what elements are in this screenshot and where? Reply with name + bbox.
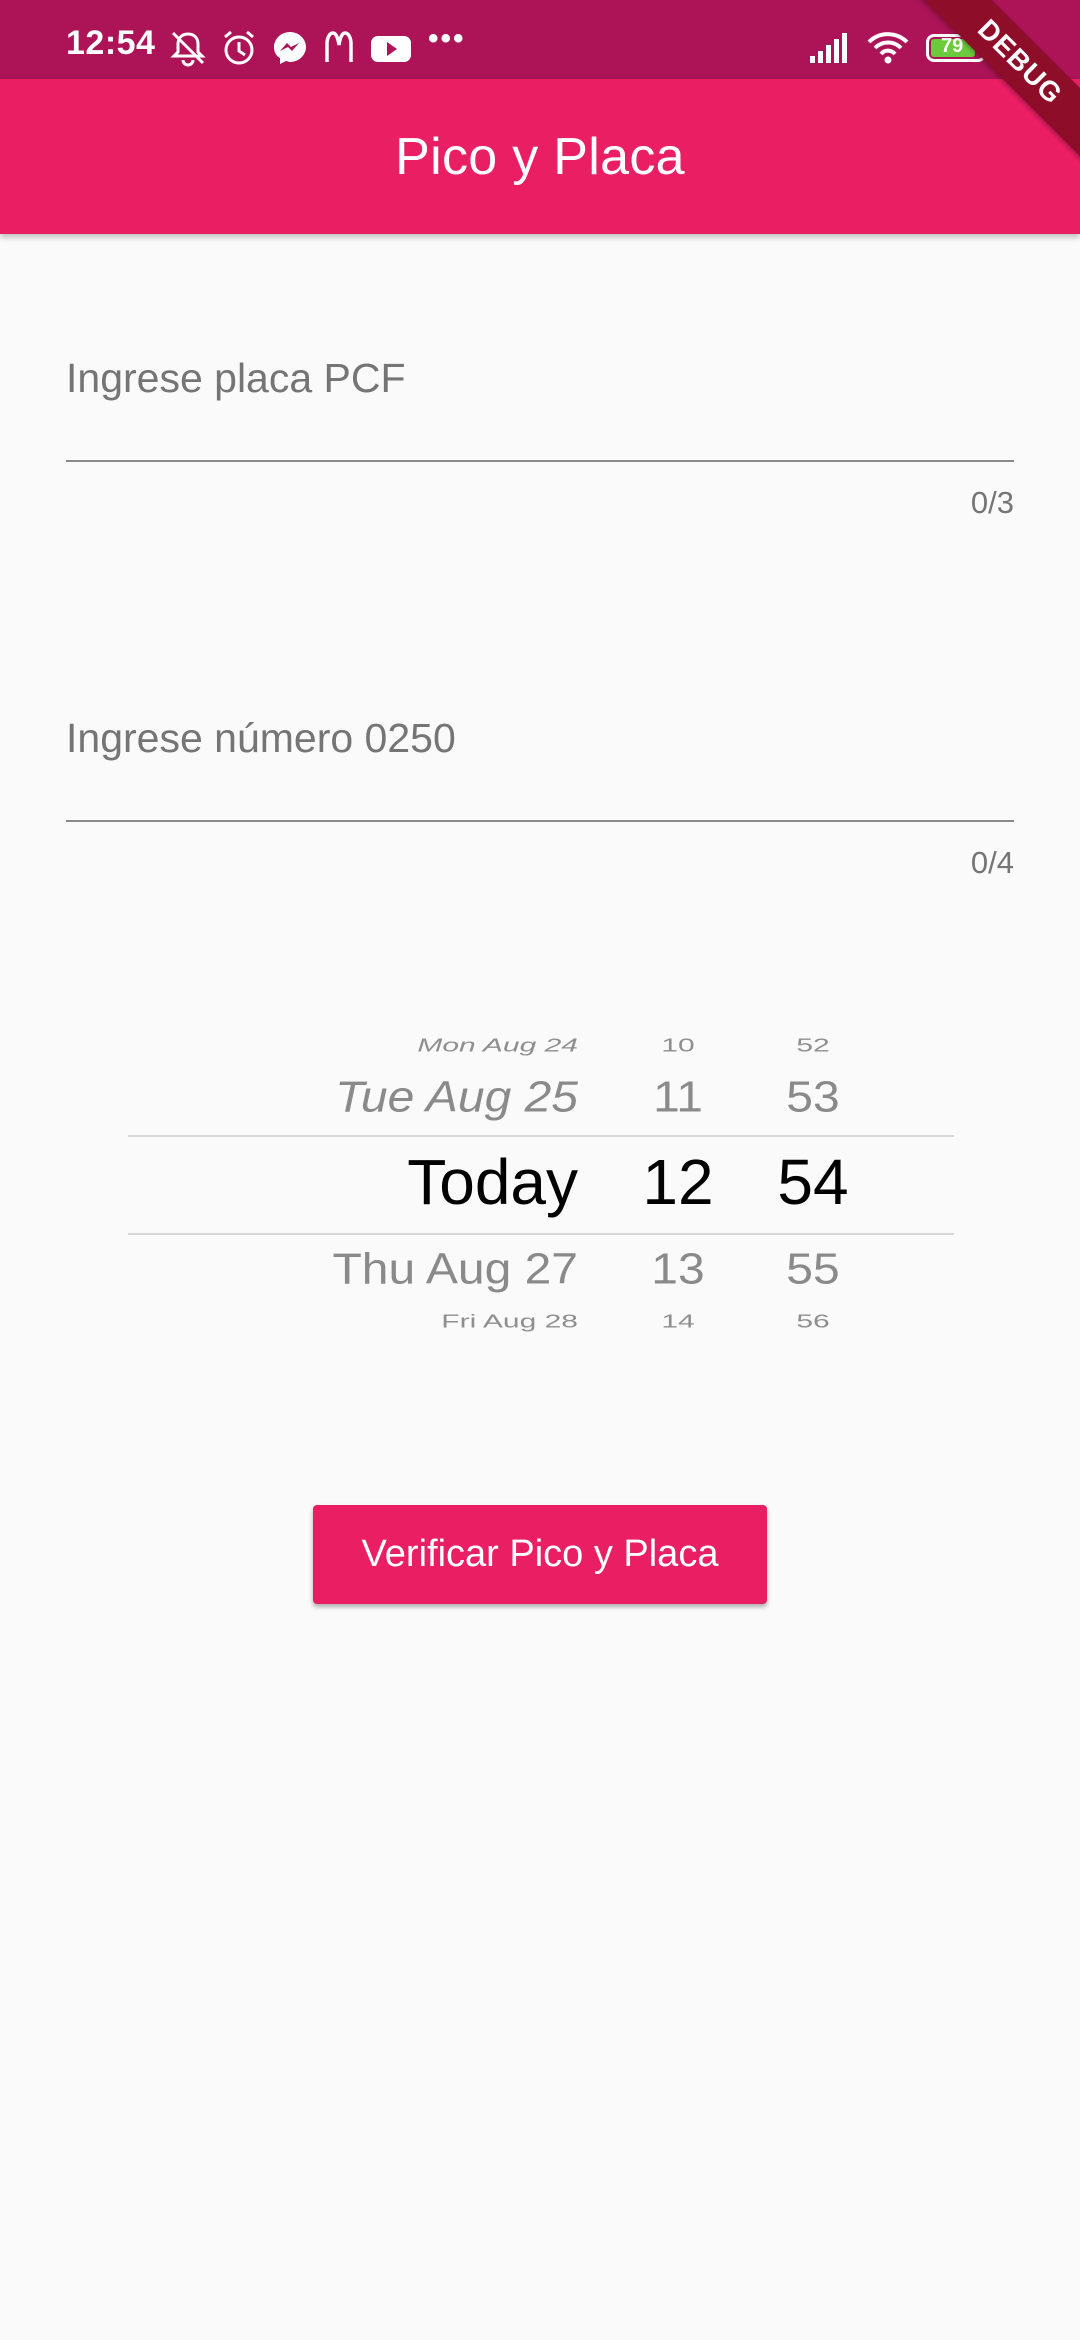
number-field-placeholder: Ingrese número 0250 [66, 715, 456, 761]
picker-minute: 52 [796, 1035, 830, 1057]
picker-date: Thu Aug 27 [332, 1245, 578, 1294]
picker-hour: 14 [661, 1312, 695, 1332]
picker-row[interactable]: Fri Aug 28 14 56 [128, 1312, 954, 1336]
app-bar: Pico y Placa [0, 79, 1080, 234]
youtube-icon [371, 36, 411, 62]
picker-minute: 54 [777, 1146, 849, 1218]
picker-minute: 55 [786, 1245, 840, 1294]
picker-hour: 12 [642, 1146, 714, 1218]
plate-field[interactable]: Ingrese placa PCF 0/3 [66, 350, 1014, 530]
app-title: Pico y Placa [395, 127, 685, 186]
date-time-picker[interactable]: Mon Aug 24 10 52 Tue Aug 25 11 53 Today … [128, 1020, 954, 1350]
picker-minute: 53 [786, 1073, 840, 1122]
signal-icon [810, 33, 847, 63]
plate-field-placeholder: Ingrese placa PCF [66, 355, 406, 401]
alarm-icon [224, 30, 254, 65]
number-field[interactable]: Ingrese número 0250 0/4 [66, 710, 1014, 890]
screen: 12:54 ••• 79 Pico y Placa DEBUG Ingrese … [0, 0, 1080, 2340]
mcdonalds-icon [325, 31, 353, 62]
status-bar: 12:54 ••• 79 [0, 0, 1080, 79]
picker-selection-bottom-line [128, 1233, 954, 1235]
picker-minute: 56 [796, 1312, 830, 1332]
picker-date: Fri Aug 28 [441, 1312, 578, 1332]
battery-text: 79 [941, 35, 964, 57]
picker-row[interactable]: Tue Aug 25 11 53 [128, 1073, 954, 1127]
picker-date: Today [407, 1146, 578, 1218]
number-field-underline [66, 820, 1014, 822]
picker-hour: 13 [651, 1245, 705, 1294]
picker-hour: 11 [653, 1073, 703, 1122]
picker-selection-top-line [128, 1135, 954, 1137]
picker-date: Tue Aug 25 [335, 1073, 578, 1122]
wifi-icon [867, 32, 909, 64]
picker-date: Mon Aug 24 [417, 1035, 578, 1057]
picker-row[interactable]: Thu Aug 27 13 55 [128, 1245, 954, 1299]
plate-field-counter: 0/3 [970, 485, 1014, 520]
picker-row[interactable]: Mon Aug 24 10 52 [128, 1036, 954, 1061]
status-time: 12:54 [66, 24, 156, 62]
number-field-counter: 0/4 [970, 845, 1014, 880]
messenger-icon [274, 32, 306, 64]
more-dots-icon: ••• [428, 22, 466, 55]
picker-hour: 10 [661, 1035, 695, 1057]
mute-notifications-icon [170, 31, 206, 67]
picker-row-selected[interactable]: Today 12 54 [128, 1145, 954, 1225]
plate-field-underline [66, 460, 1014, 462]
verify-button[interactable]: Verificar Pico y Placa [313, 1505, 767, 1604]
